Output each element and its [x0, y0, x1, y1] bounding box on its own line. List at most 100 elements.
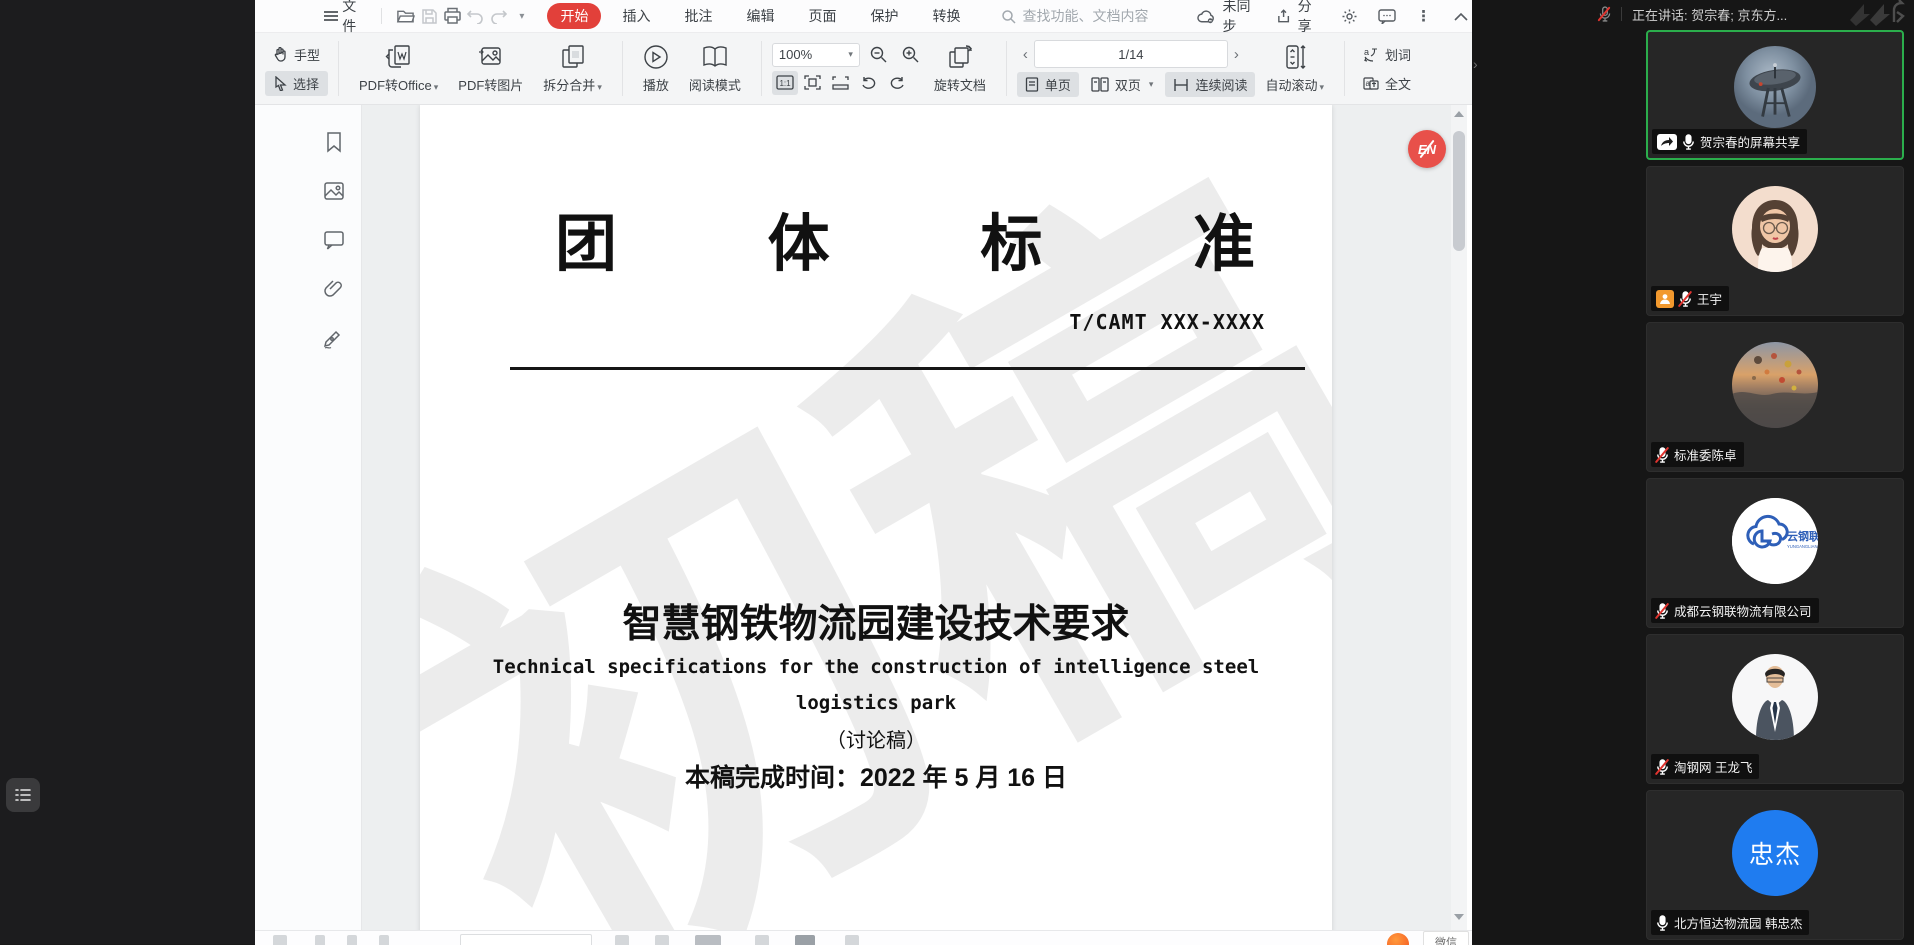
tab-protect[interactable]: 保护: [857, 3, 911, 29]
pdf-to-office-button[interactable]: PDF转Office▾: [349, 33, 448, 104]
zoom-out-button[interactable]: [866, 43, 892, 67]
undo-icon[interactable]: [464, 4, 487, 28]
next-page-button[interactable]: ›: [1228, 46, 1245, 63]
participant-name: 淘钢网 王龙飞: [1674, 757, 1752, 776]
tab-home[interactable]: 开始: [547, 3, 601, 29]
continuous-read-label: 连续阅读: [1195, 75, 1247, 94]
speaking-banner: 正在讲话: 贺宗春; 京东方...: [1632, 5, 1787, 24]
tab-insert[interactable]: 插入: [609, 3, 663, 29]
file-menu[interactable]: 文件: [342, 0, 369, 36]
tab-edit[interactable]: 编辑: [733, 3, 787, 29]
zoom-level-value: 100%: [779, 47, 812, 62]
participant-tile[interactable]: 标准委陈卓: [1646, 322, 1904, 472]
double-page-button[interactable]: 双页▾: [1083, 72, 1162, 97]
tab-page[interactable]: 页面: [795, 3, 849, 29]
rotate-document-button[interactable]: 旋转文档: [924, 33, 996, 104]
scroll-up-arrow[interactable]: [1454, 111, 1464, 117]
pdf-to-image-icon: [477, 44, 505, 70]
participant-name-bar: 王宇: [1651, 286, 1729, 311]
feedback-comment-icon[interactable]: [1375, 4, 1398, 28]
participant-avatar: 云钢联YUNGANGLIAN: [1732, 498, 1818, 584]
scroll-down-arrow[interactable]: [1454, 914, 1464, 920]
search-input[interactable]: 查找功能、文档内容: [1001, 6, 1171, 26]
word-translate-button[interactable]: a 划词: [1355, 42, 1419, 67]
participant-tile[interactable]: 贺宗春的屏幕共享: [1646, 30, 1904, 160]
participant-name: 北方恒达物流园 韩忠杰: [1674, 913, 1802, 932]
document-side-rail: [255, 105, 362, 930]
open-file-icon[interactable]: [394, 4, 417, 28]
bookmark-icon[interactable]: [323, 131, 345, 153]
svg-text:云钢联: 云钢联: [1787, 529, 1818, 543]
status-bar: 微信: [255, 930, 1472, 945]
more-options-icon[interactable]: ⋮: [1412, 4, 1435, 28]
prev-page-button[interactable]: ‹: [1017, 46, 1034, 63]
vertical-scrollbar[interactable]: [1451, 105, 1467, 930]
outline-panel-button[interactable]: [6, 778, 40, 812]
play-button[interactable]: 播放: [633, 33, 679, 104]
select-tool-button[interactable]: 选择: [265, 71, 328, 96]
fit-width-button[interactable]: [828, 71, 854, 95]
continuous-read-button[interactable]: 连续阅读: [1165, 72, 1255, 97]
scrollbar-thumb[interactable]: [1453, 131, 1465, 251]
collapse-ribbon-icon[interactable]: [1449, 4, 1472, 28]
tab-convert[interactable]: 转换: [919, 3, 973, 29]
tab-comment[interactable]: 批注: [671, 3, 725, 29]
attachment-icon[interactable]: [323, 278, 345, 300]
settings-gear-icon[interactable]: [1338, 4, 1361, 28]
cloud-sync-icon: [1197, 9, 1216, 24]
participant-name: 标准委陈卓: [1674, 445, 1737, 464]
search-placeholder: 查找功能、文档内容: [1022, 6, 1148, 26]
participant-tiles: 贺宗春的屏幕共享 王宇 标准委陈卓 云钢联YUNGANGLIAN 成都云钢联物流…: [1646, 30, 1908, 944]
document-canvas[interactable]: 初稿 团 体 标 准 T/CAMT XXX-XXXX 智慧钢铁物流园建设技术要求…: [362, 105, 1454, 930]
rotate-left-icon[interactable]: [856, 71, 882, 95]
member-person-icon: [1656, 290, 1674, 308]
image-panel-icon[interactable]: [323, 180, 345, 202]
print-icon[interactable]: [441, 4, 464, 28]
meeting-panel: 正在讲话: 贺宗春; 京东方... › 贺宗春的屏幕共享 王宇 标准委陈卓 云钢…: [1472, 0, 1914, 944]
pdf-to-office-icon: [385, 44, 413, 70]
read-mode-icon: [701, 44, 729, 70]
pdf-to-office-label: PDF转Office▾: [359, 75, 438, 94]
page-indicator-input[interactable]: [1034, 40, 1228, 68]
actual-size-button[interactable]: 1:1: [772, 71, 798, 95]
signature-icon[interactable]: [323, 327, 345, 349]
translate-float-badge[interactable]: EN: [1408, 130, 1446, 168]
rotate-right-icon[interactable]: [884, 71, 910, 95]
comment-panel-icon[interactable]: [323, 229, 345, 251]
wechat-taskbar-item[interactable]: 微信: [1423, 931, 1469, 945]
word-translate-icon: a: [1363, 47, 1379, 62]
mic-muted-icon: [1679, 291, 1692, 307]
hamburger-menu-icon[interactable]: [319, 4, 342, 28]
ribbon-toolbar: 手型 选择 PDF转Office▾ PDF转图片 拆分合并▾ 播放 阅读模: [255, 33, 1472, 105]
sync-status-button[interactable]: 未同步: [1197, 0, 1262, 36]
wechat-label: 微信: [1435, 934, 1457, 945]
draft-note: （讨论稿）: [420, 724, 1332, 753]
pdf-to-image-button[interactable]: PDF转图片: [448, 33, 533, 104]
read-mode-button[interactable]: 阅读模式: [679, 33, 751, 104]
menu-bar: 文件 ▾ 开始 插入 批注 编辑 页面 保护 转换 查找功能、文档内容: [255, 0, 1472, 33]
participant-tile[interactable]: 王宇: [1646, 166, 1904, 316]
split-merge-button[interactable]: 拆分合并▾: [533, 33, 612, 104]
single-page-button[interactable]: 单页: [1017, 72, 1079, 97]
word-translate-label: 划词: [1385, 45, 1411, 64]
participant-tile[interactable]: 云钢联YUNGANGLIAN 成都云钢联物流有限公司: [1646, 478, 1904, 628]
status-input[interactable]: [460, 934, 592, 945]
zoom-level-select[interactable]: 100% ▾: [772, 43, 860, 67]
save-icon[interactable]: [417, 4, 440, 28]
browser-taskbar-icon[interactable]: [1387, 933, 1409, 945]
document-title: 智慧钢铁物流园建设技术要求: [420, 593, 1332, 649]
rotate-document-icon: [946, 44, 974, 70]
full-translate-button[interactable]: a 全文: [1355, 71, 1419, 96]
participant-tile[interactable]: 忠杰 北方恒达物流园 韩忠杰: [1646, 790, 1904, 940]
participant-tile[interactable]: 淘钢网 王龙飞: [1646, 634, 1904, 784]
toolbar-options-caret-icon[interactable]: ▾: [510, 4, 533, 28]
fit-page-button[interactable]: [800, 71, 826, 95]
auto-scroll-button[interactable]: 自动滚动▾: [1255, 33, 1334, 104]
zoom-in-button[interactable]: [898, 43, 924, 67]
mic-on-icon: [1656, 915, 1669, 931]
self-mic-muted-icon[interactable]: [1598, 6, 1611, 22]
redo-icon[interactable]: [487, 4, 510, 28]
hand-tool-button[interactable]: 手型: [265, 42, 328, 67]
share-button[interactable]: 分享: [1276, 0, 1324, 36]
panel-expand-arrow[interactable]: ›: [1473, 56, 1478, 72]
